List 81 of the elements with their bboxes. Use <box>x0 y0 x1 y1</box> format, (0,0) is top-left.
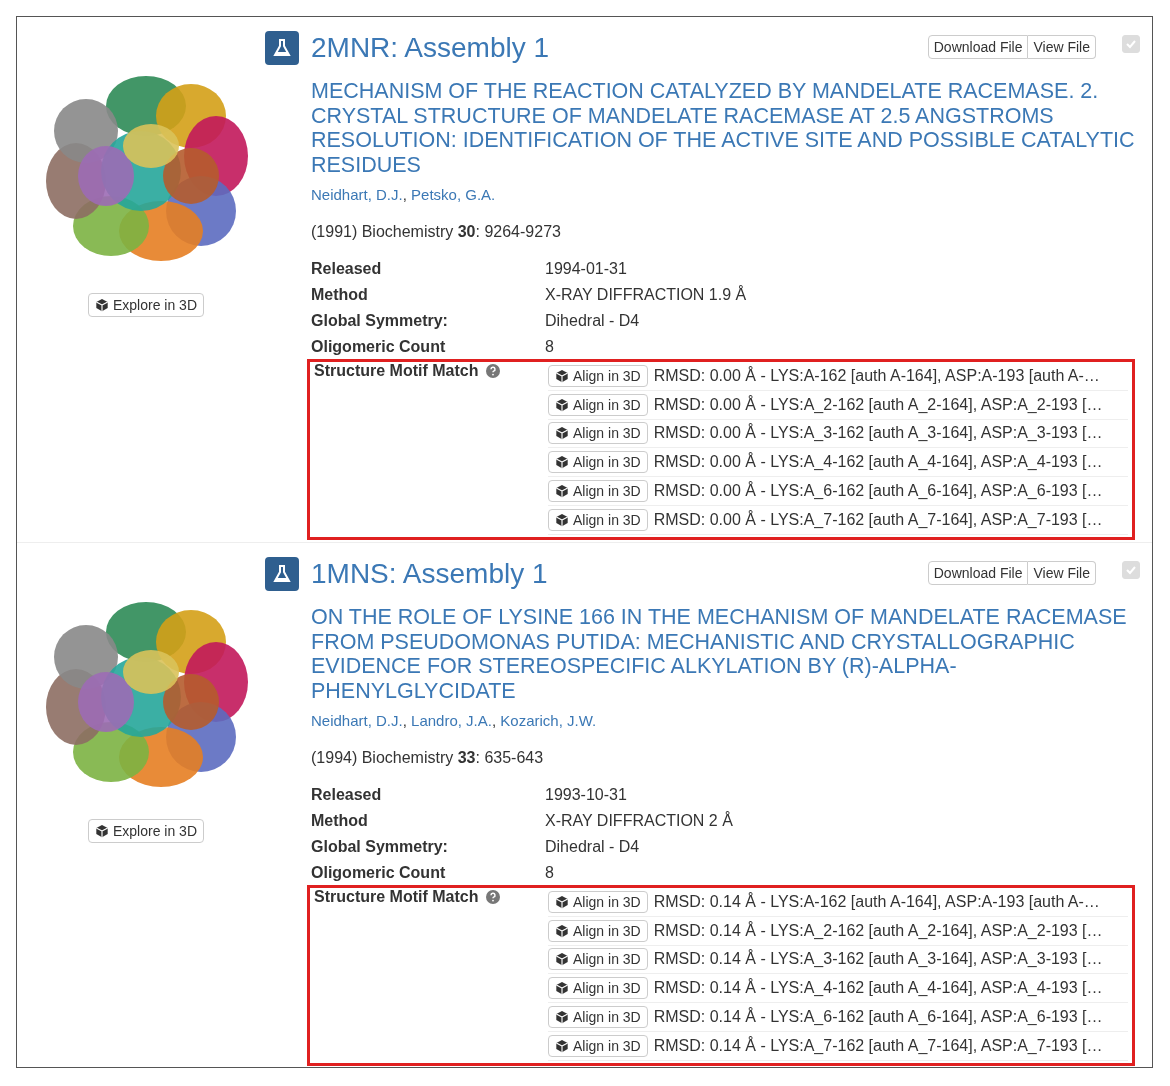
cube-icon <box>94 298 109 312</box>
align-3d-button[interactable]: Align in 3D <box>548 451 648 474</box>
result-title[interactable]: 1MNS: Assembly 1 <box>311 558 916 590</box>
explore-3d-button[interactable]: Explore in 3D <box>87 293 204 317</box>
citation-title[interactable]: MECHANISM OF THE REACTION CATALYZED BY MANDELATE RACEMASE. 2. CRYSTAL STRUCTURE OF MANDELATE RACEMASE AT 2.5 ANGSTROMS RESOLUTION: IDENTIFICATION OF THE ACTIVE SITE AND POSSIBLE CATALYTIC RESIDUES <box>311 79 1140 177</box>
cube-icon <box>555 981 569 996</box>
journal-reference: (1994) Biochemistry 33: 635-643 <box>311 749 545 767</box>
cube-icon <box>555 455 569 470</box>
motif-match-text: RMSD: 0.14 Å - LYS:A_3-162 [auth A_3-164], ASP:A_3-193 [… <box>653 950 1103 969</box>
help-icon[interactable] <box>486 890 501 904</box>
author-link[interactable]: Kozarich, J.W. <box>500 712 597 729</box>
detail-label: Released <box>311 786 383 804</box>
cube-icon <box>555 426 569 441</box>
cube-icon <box>555 923 569 938</box>
detail-value: Dihedral - D4 <box>545 838 641 856</box>
explore-3d-button[interactable]: Explore in 3D <box>87 819 204 843</box>
detail-value: 1993-10-31 <box>545 786 628 804</box>
motif-match-text: RMSD: 0.14 Å - LYS:A-162 [auth A-164], ASP:A-193 [auth A-… <box>653 892 1100 911</box>
motif-match-text: RMSD: 0.00 Å - LYS:A_2-162 [auth A_2-164], ASP:A_2-193 [… <box>653 395 1103 414</box>
view-file-button[interactable]: View File <box>1028 561 1096 585</box>
flask-icon <box>265 31 299 65</box>
cube-icon <box>555 1010 569 1025</box>
help-icon[interactable] <box>486 364 501 378</box>
author-list: Neidhart, D.J., Landro, J.A., Kozarich, J.W. <box>311 712 1140 729</box>
motif-match-text: RMSD: 0.14 Å - LYS:A_2-162 [auth A_2-164], ASP:A_2-193 [… <box>653 921 1103 940</box>
detail-label: Oligomeric Count <box>311 864 447 882</box>
detail-value: X-RAY DIFFRACTION 2 Å <box>545 812 734 830</box>
motif-match-text: RMSD: 0.14 Å - LYS:A_6-162 [auth A_6-164], ASP:A_6-193 [… <box>653 1008 1103 1027</box>
align-3d-button[interactable]: Align in 3D <box>548 393 648 416</box>
detail-label: Oligomeric Count <box>311 338 447 356</box>
align-3d-button[interactable]: Align in 3D <box>548 948 648 971</box>
align-3d-button[interactable]: Align in 3D <box>548 977 648 1000</box>
align-3d-button[interactable]: Align in 3D <box>548 364 648 387</box>
align-3d-button[interactable]: Align in 3D <box>548 480 648 503</box>
check-icon <box>1125 38 1137 50</box>
motif-match-text: RMSD: 0.00 Å - LYS:A_7-162 [auth A_7-164], ASP:A_7-193 [… <box>653 510 1103 529</box>
detail-value: 8 <box>545 864 555 882</box>
align-3d-button[interactable]: Align in 3D <box>548 1034 648 1057</box>
download-file-button[interactable]: Download File <box>927 35 1029 59</box>
detail-value: Dihedral - D4 <box>545 312 641 330</box>
detail-value: X-RAY DIFFRACTION 1.9 Å <box>545 286 748 304</box>
detail-label: Global Symmetry: <box>311 838 449 856</box>
cube-icon <box>555 512 569 527</box>
download-file-button[interactable]: Download File <box>927 561 1029 585</box>
author-link[interactable]: Petsko, G.A. <box>411 186 496 203</box>
detail-value: 8 <box>545 338 555 356</box>
motif-match-text: RMSD: 0.00 Å - LYS:A-162 [auth A-164], ASP:A-193 [auth A-… <box>653 366 1100 385</box>
view-file-button[interactable]: View File <box>1028 35 1096 59</box>
motif-match-text: RMSD: 0.14 Å - LYS:A_7-162 [auth A_7-164], ASP:A_7-193 [… <box>653 1036 1103 1055</box>
author-link[interactable]: Neidhart, D.J. <box>311 186 403 203</box>
motif-match-text: RMSD: 0.00 Å - LYS:A_4-162 [auth A_4-164], ASP:A_4-193 [… <box>653 453 1103 472</box>
align-3d-button[interactable]: Align in 3D <box>548 422 648 445</box>
detail-label: Structure Motif Match <box>314 362 479 380</box>
detail-label: Released <box>311 260 383 278</box>
motif-match-text: RMSD: 0.00 Å - LYS:A_6-162 [auth A_6-164], ASP:A_6-193 [… <box>653 482 1103 501</box>
align-3d-button[interactable]: Align in 3D <box>548 919 648 942</box>
cube-icon <box>555 952 569 967</box>
align-3d-button[interactable]: Align in 3D <box>548 1006 648 1029</box>
cube-icon <box>555 1038 569 1053</box>
cube-icon <box>555 397 569 412</box>
check-icon <box>1125 564 1137 576</box>
result-title[interactable]: 2MNR: Assembly 1 <box>311 32 916 64</box>
align-3d-button[interactable]: Align in 3D <box>548 508 648 531</box>
align-3d-button[interactable]: Align in 3D <box>548 890 648 913</box>
author-link[interactable]: Neidhart, D.J. <box>311 712 403 729</box>
cube-icon <box>555 894 569 909</box>
flask-icon <box>265 557 299 591</box>
author-list: Neidhart, D.J., Petsko, G.A. <box>311 186 1140 203</box>
cube-icon <box>94 824 109 838</box>
journal-reference: (1991) Biochemistry 30: 9264-9273 <box>311 223 562 241</box>
motif-match-text: RMSD: 0.00 Å - LYS:A_3-162 [auth A_3-164], ASP:A_3-193 [… <box>653 424 1103 443</box>
author-link[interactable]: Landro, J.A. <box>411 712 492 729</box>
detail-label: Method <box>311 812 369 830</box>
detail-label: Global Symmetry: <box>311 312 449 330</box>
detail-label: Method <box>311 286 369 304</box>
cube-icon <box>555 368 569 383</box>
cube-icon <box>555 484 569 499</box>
citation-title[interactable]: ON THE ROLE OF LYSINE 166 IN THE MECHANISM OF MANDELATE RACEMASE FROM PSEUDOMONAS PUTIDA: MECHANISTIC AND CRYSTALLOGRAPHIC EVIDENCE FOR STEREOSPECIFIC ALKYLATION BY (R)-ALPHA-PHENYLGLYCIDATE <box>311 605 1140 703</box>
motif-match-text: RMSD: 0.14 Å - LYS:A_4-162 [auth A_4-164], ASP:A_4-193 [… <box>653 979 1103 998</box>
detail-label: Structure Motif Match <box>314 888 479 906</box>
detail-value: 1994-01-31 <box>545 260 628 278</box>
